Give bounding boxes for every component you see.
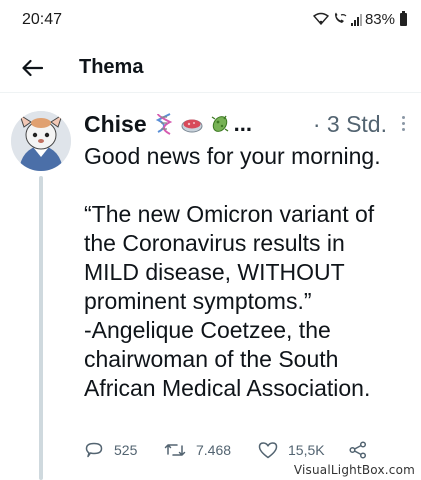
timestamp[interactable]: · 3 Std. (313, 111, 409, 138)
petri-dish-icon (181, 119, 203, 133)
display-name[interactable]: Chise (84, 111, 147, 138)
reply-icon (85, 442, 103, 458)
tweet-text: Good news for your morning. “The new Omi… (84, 142, 414, 403)
tweet-line: chairwoman of the South (84, 346, 339, 372)
back-button[interactable] (16, 52, 48, 84)
more-dot (401, 122, 405, 125)
share-icon (349, 441, 367, 459)
like-count: 15,5K (288, 442, 325, 458)
like-button[interactable]: 15,5K (258, 441, 348, 459)
wifi-calling-icon (332, 11, 348, 28)
battery-icon (400, 11, 407, 26)
status-time: 20:47 (22, 11, 63, 28)
more-dot (401, 128, 405, 131)
avatar[interactable] (11, 111, 71, 171)
reply-button[interactable]: 525 (84, 440, 164, 460)
top-header: Thema (0, 44, 421, 93)
tweet-header: Chise ... · 3 Std. (84, 108, 409, 140)
tweet-line: “The new Omicron variant of (84, 201, 375, 227)
tweet-line: the Coronavirus results in (84, 230, 345, 256)
tweet-line: MILD disease, WITHOUT (84, 259, 345, 285)
share-button[interactable] (348, 441, 368, 459)
tweet-actions: 525 7.468 15,5K (84, 440, 368, 460)
watermark: VisualLightBox.com (293, 463, 415, 477)
reply-count: 525 (114, 442, 138, 458)
arrow-left-icon (22, 59, 43, 77)
status-bar: 20:47 83% (0, 0, 421, 44)
avatar-image (11, 111, 71, 171)
status-icons: 83% (312, 11, 407, 28)
tweet-line: -Angelique Coetzee, the (84, 317, 331, 343)
more-dot (401, 116, 405, 119)
name-truncation: ... (233, 111, 252, 136)
heart-icon (258, 442, 278, 459)
dna-icon (155, 113, 172, 135)
wifi-icon (312, 12, 330, 28)
thread-line (39, 176, 43, 480)
tweet-line: Good news for your morning. (84, 143, 381, 169)
tweet-line: prominent symptoms.” (84, 288, 312, 314)
signal-icon (350, 13, 362, 26)
microbe-icon (211, 115, 229, 132)
more-options-button[interactable] (399, 116, 407, 136)
retweet-button[interactable]: 7.468 (164, 440, 258, 460)
tweet-line-blank (84, 171, 414, 200)
retweet-count: 7.468 (196, 442, 232, 458)
tweet-line: African Medical Association. (84, 375, 371, 401)
retweet-icon (164, 444, 186, 456)
battery-percentage: 83% (364, 11, 395, 28)
page-title: Thema (79, 56, 144, 78)
